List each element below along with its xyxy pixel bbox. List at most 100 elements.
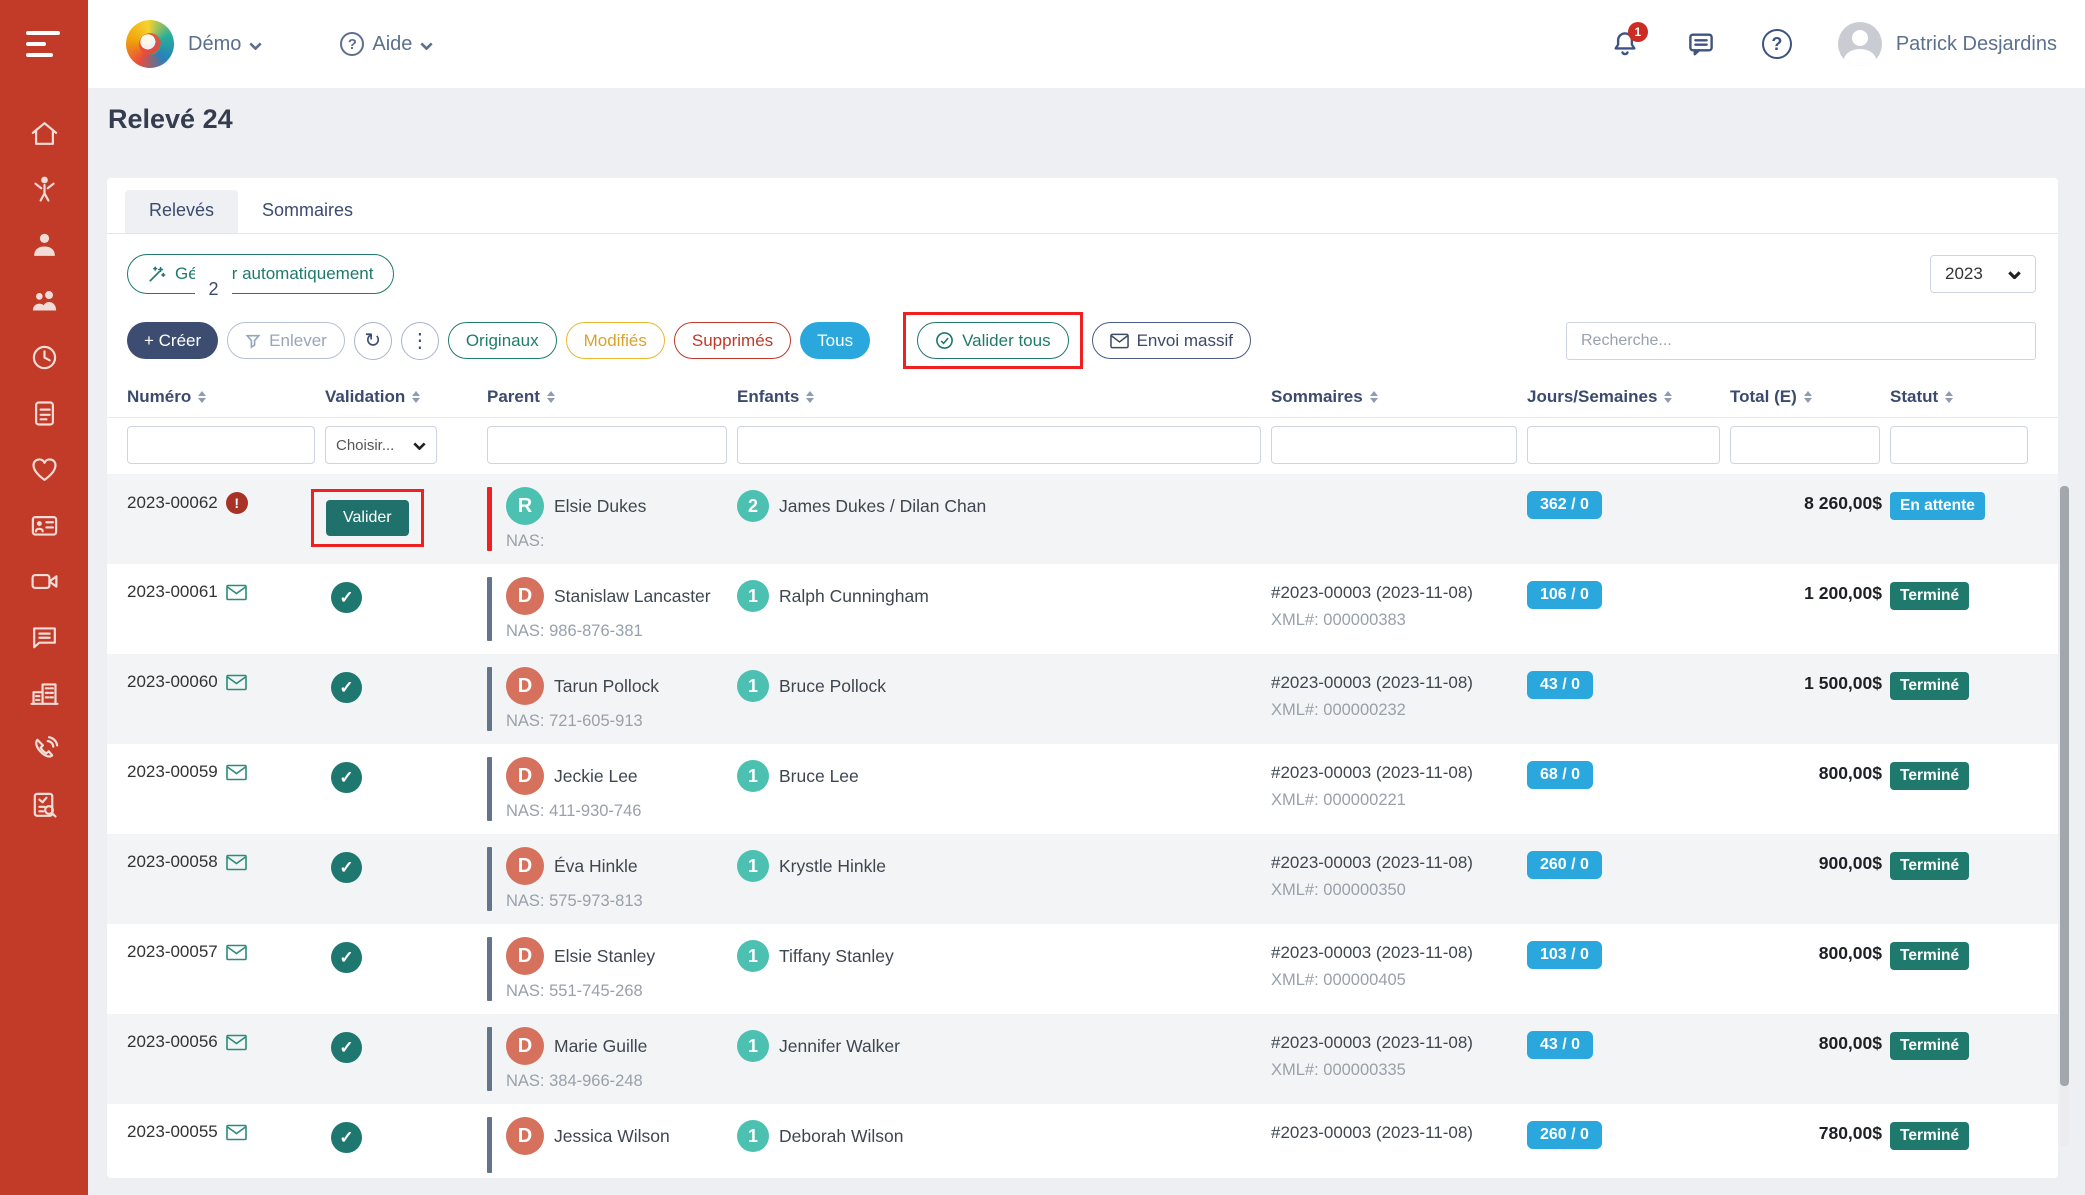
sidebar-item-video[interactable] [22, 566, 66, 597]
releve-number[interactable]: 2023-00056 [127, 1032, 218, 1052]
sommaire-ref: #2023-00003 (2023-11-08) [1271, 1123, 1527, 1143]
column-header-1[interactable]: Validation [325, 387, 487, 407]
sidebar-item-calls[interactable] [22, 734, 66, 765]
tab-sommaires[interactable]: Sommaires [238, 190, 377, 233]
scrollbar-track[interactable] [2060, 486, 2069, 1146]
validate-all-button[interactable]: Valider tous [917, 322, 1069, 359]
filter-originals-button[interactable]: Originaux [448, 322, 557, 359]
row-accent-bar [487, 757, 492, 821]
sidebar-item-organization[interactable] [22, 678, 66, 709]
sidebar-nav [0, 118, 88, 821]
filter-input-5[interactable] [1527, 426, 1720, 464]
search-input[interactable] [1566, 322, 2036, 360]
column-header-2[interactable]: Parent [487, 387, 737, 407]
filter-input-3[interactable] [737, 426, 1261, 464]
generate-button[interactable]: Générer automatiquement [127, 254, 394, 294]
avatar [1838, 22, 1882, 66]
column-header-4[interactable]: Sommaires [1271, 387, 1527, 407]
send-envelope-icon[interactable] [226, 854, 247, 871]
releve-number[interactable]: 2023-00059 [127, 762, 218, 782]
children-count-badge: 1 [737, 850, 769, 882]
parent-avatar: D [506, 667, 544, 705]
releve-number[interactable]: 2023-00060 [127, 672, 218, 692]
column-header-3[interactable]: Enfants [737, 387, 1271, 407]
sidebar-item-documents[interactable] [22, 398, 66, 429]
column-header-5[interactable]: Jours/Semaines [1527, 387, 1730, 407]
sidebar-item-educator[interactable] [22, 230, 66, 261]
total-amount: 800,00$ [1819, 943, 1882, 963]
releve-number[interactable]: 2023-00058 [127, 852, 218, 872]
filter-input-6[interactable] [1730, 426, 1880, 464]
messages-button[interactable] [1686, 29, 1716, 59]
children-names: Jennifer Walker [779, 1036, 900, 1057]
sidebar-item-messages[interactable] [22, 622, 66, 653]
parent-nas: NAS: 551-745-268 [506, 982, 655, 1001]
help-button[interactable]: ? [1762, 29, 1792, 59]
filter-input-7[interactable] [1890, 426, 2028, 464]
filter-modified-button[interactable]: Modifiés [566, 322, 665, 359]
sommaire-ref: #2023-00003 (2023-11-08) [1271, 673, 1527, 693]
app-logo-icon[interactable] [126, 20, 174, 68]
user-menu[interactable]: Patrick Desjardins [1838, 22, 2057, 66]
tab-releves[interactable]: Relevés [125, 190, 238, 233]
parent-name: Jeckie Lee [554, 766, 638, 787]
sidebar-item-reports[interactable] [22, 790, 66, 821]
sort-icon [1804, 391, 1812, 403]
sommaire-xml: XML#: 000000221 [1271, 791, 1527, 810]
send-envelope-icon[interactable] [226, 764, 247, 781]
help-menu[interactable]: ? Aide [340, 32, 433, 56]
year-select[interactable]: 2023 [1930, 255, 2036, 293]
days-weeks-badge: 68 / 0 [1527, 761, 1593, 789]
send-envelope-icon[interactable] [226, 584, 247, 601]
column-header-7[interactable]: Statut [1890, 387, 2038, 407]
scrollbar-thumb[interactable] [2060, 486, 2069, 1086]
more-options-button[interactable]: ⋮ [401, 322, 439, 360]
releve-number[interactable]: 2023-00061 [127, 582, 218, 602]
send-envelope-icon[interactable] [226, 944, 247, 961]
column-header-0[interactable]: Numéro [127, 387, 325, 407]
sidebar-item-home[interactable] [22, 118, 66, 149]
chevron-down-icon [2008, 264, 2021, 284]
releve-number[interactable]: 2023-00057 [127, 942, 218, 962]
releve-number[interactable]: 2023-00055 [127, 1122, 218, 1142]
sidebar-item-child[interactable] [22, 174, 66, 205]
send-envelope-icon[interactable] [226, 674, 247, 691]
table-row: 2023-00055 ✓ D Jessica Wilson 1 Deborah … [107, 1104, 2058, 1181]
alert-icon[interactable]: ! [226, 492, 248, 514]
menu-icon[interactable] [0, 0, 88, 88]
parent-name: Jessica Wilson [554, 1126, 670, 1147]
org-name: Démo [188, 33, 241, 56]
column-header-6[interactable]: Total (E) [1730, 387, 1890, 407]
filter-input-0[interactable] [127, 426, 315, 464]
validation-filter-select[interactable]: Choisir... [325, 426, 437, 464]
filter-deleted-button[interactable]: Supprimés [674, 322, 791, 359]
releve-number[interactable]: 2023-00062 [127, 493, 218, 513]
filter-input-2[interactable] [487, 426, 727, 464]
validate-button[interactable]: Valider [326, 500, 409, 536]
parent-nas: NAS: 575-973-813 [506, 892, 643, 911]
sidebar-item-health[interactable] [22, 454, 66, 485]
create-button[interactable]: + Créer [127, 322, 218, 359]
refresh-button[interactable]: ↻ [354, 322, 392, 360]
phone-icon [29, 734, 60, 765]
user-name: Patrick Desjardins [1896, 33, 2057, 56]
children-names: James Dukes / Dilan Chan [779, 496, 986, 517]
sidebar-item-contacts[interactable] [22, 510, 66, 541]
org-menu[interactable]: Démo [188, 33, 262, 56]
child-icon [29, 174, 60, 205]
sidebar-item-family[interactable] [22, 286, 66, 317]
send-envelope-icon[interactable] [226, 1034, 247, 1051]
send-envelope-icon[interactable] [226, 1124, 247, 1141]
remove-button[interactable]: Enlever [227, 322, 345, 359]
envelope-icon [226, 674, 247, 691]
notifications-button[interactable]: 1 [1610, 29, 1640, 59]
sommaire-ref: #2023-00003 (2023-11-08) [1271, 763, 1527, 783]
filter-all-button[interactable]: Tous [800, 322, 870, 359]
validated-check-icon: ✓ [331, 1032, 362, 1063]
mass-send-button[interactable]: Envoi massif [1092, 322, 1251, 359]
sidebar-item-schedule[interactable] [22, 342, 66, 373]
row-accent-bar [487, 1117, 492, 1173]
filter-input-4[interactable] [1271, 426, 1517, 464]
sommaire-xml: XML#: 000000383 [1271, 611, 1527, 630]
envelope-icon [226, 854, 247, 871]
